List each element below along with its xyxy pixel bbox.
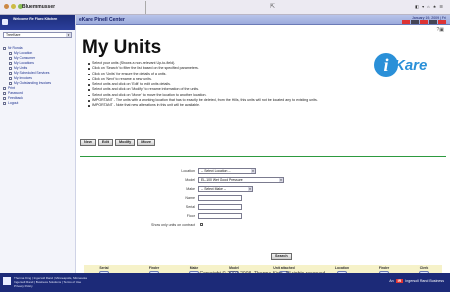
modify-button[interactable]: Modify: [114, 139, 136, 146]
column-header: Unit attached: [273, 266, 295, 270]
toolbar-icons[interactable]: ◧ ▾ ⌂ ★ ☰: [415, 4, 444, 9]
action-buttons: New Edit Modify Move: [80, 139, 155, 146]
model-row: Model EL-100 Wet Good Pressure ▾: [76, 177, 450, 184]
column-header: Finder: [378, 266, 390, 270]
floor-input[interactable]: [198, 213, 242, 219]
folder-icon: [3, 92, 6, 95]
folder-icon: [3, 87, 6, 90]
search-button[interactable]: Search: [271, 253, 292, 260]
column-header: Serial: [99, 266, 109, 270]
sidebar-item-label: My Outstanding Invoices: [14, 81, 52, 85]
footer-text: Therma King | Ingersoll Rand | Minneapol…: [14, 276, 87, 288]
section-divider: [80, 156, 446, 157]
folder-icon: [9, 77, 12, 80]
folder-icon: [3, 102, 6, 105]
column-header: Finder: [148, 266, 160, 270]
footer: Therma King | Ingersoll Rand | Minneapol…: [0, 273, 450, 292]
chevron-down-icon: ▾: [279, 178, 283, 182]
folder-icon: [9, 62, 12, 65]
contract-row: Show only units on contract: [76, 222, 450, 229]
main-content: ?▣ My Units i Kare Select your units (Sh…: [76, 25, 450, 289]
portal-header: eKare Pinell Center January 19, 2009 | F…: [76, 15, 450, 25]
folder-icon: [9, 72, 12, 75]
serial-row: Serial: [76, 204, 450, 211]
sidebar-item-label: Logout: [8, 101, 19, 105]
portal-title: eKare Pinell Center: [79, 17, 125, 23]
folder-icon: [9, 82, 12, 85]
logo-icon: [2, 19, 8, 25]
footer-brand: An IR Ingersoll Rand Business: [389, 279, 444, 283]
folder-icon: [3, 97, 6, 100]
cursor-icon: ⇱: [270, 4, 276, 10]
floor-row: Floor: [76, 213, 450, 220]
help-icon[interactable]: ?▣: [436, 27, 444, 33]
sidebar: Welcome Re Fluro Kitchen TreeKare ▾ Nr R…: [0, 15, 76, 273]
chevron-down-icon: ▾: [66, 33, 71, 37]
chevron-down-icon: ▾: [248, 187, 252, 191]
new-button[interactable]: New: [80, 139, 96, 146]
folder-icon: [9, 67, 12, 70]
location-row: Location -- Select Location -- ▾: [76, 168, 450, 175]
window-controls[interactable]: [4, 4, 23, 9]
sidebar-nav: Nr Ronda My Location My Consumer My Locatio…: [0, 40, 75, 106]
header-flag-icons[interactable]: [402, 20, 446, 24]
move-button[interactable]: Move: [137, 139, 155, 146]
edit-button[interactable]: Edit: [97, 139, 113, 146]
instructions-list: Select your units (Shows a non-relevant …: [88, 61, 373, 109]
serial-input[interactable]: [198, 204, 242, 210]
location-select[interactable]: -- Select Location -- ▾: [198, 168, 256, 174]
contract-checkbox[interactable]: [200, 223, 203, 226]
column-header: Clerk: [419, 266, 429, 270]
browser-titlebar: Bluemmusser ⇱ ◧ ▾ ⌂ ★ ☰: [0, 0, 450, 15]
make-row: Make -- Select Make -- ▾: [76, 186, 450, 193]
make-select[interactable]: -- Select Make -- ▾: [198, 186, 253, 192]
chevron-down-icon: ▾: [251, 169, 255, 173]
sidebar-item[interactable]: Logout: [3, 101, 72, 106]
name-input[interactable]: [198, 195, 242, 201]
folder-icon: [9, 52, 12, 55]
model-select[interactable]: EL-100 Wet Good Pressure ▾: [198, 177, 284, 183]
divider: [145, 1, 146, 14]
company-select[interactable]: TreeKare ▾: [3, 32, 72, 38]
column-header: Model: [229, 266, 239, 270]
footer-logo: [3, 277, 11, 285]
ikare-logo: i Kare: [374, 53, 438, 79]
column-header: Location: [334, 266, 350, 270]
browser-title: Bluemmusser: [22, 4, 56, 10]
instruction-item: IMPORTANT - Note that new alterations in…: [88, 103, 373, 108]
name-row: Name: [76, 195, 450, 202]
page-title: My Units: [82, 37, 162, 58]
sidebar-logo: Welcome Re Fluro Kitchen: [0, 15, 75, 30]
folder-icon: [9, 57, 12, 60]
folder-icon: [3, 47, 6, 50]
column-header: Make: [189, 266, 199, 270]
